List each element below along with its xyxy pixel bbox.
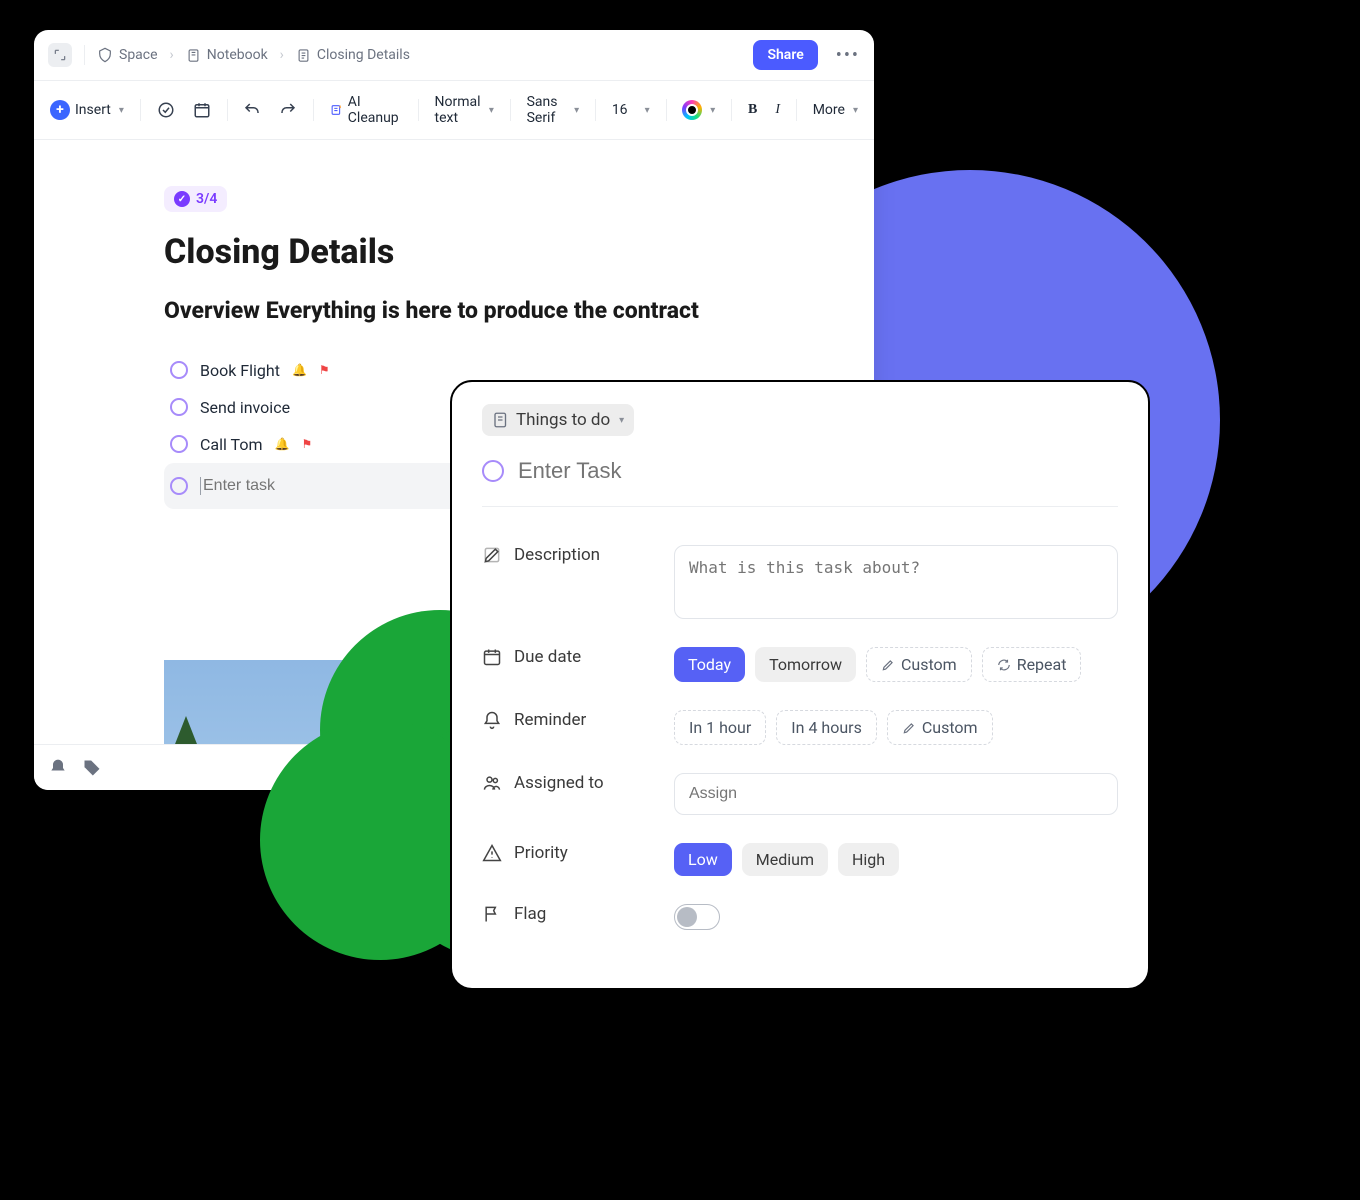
task-fields: Description Due date Today Tomorrow Cust… [482, 531, 1118, 944]
editor-toolbar: + Insert ▾ AI Cleanup Normal text ▾ [34, 81, 874, 140]
progress-text: 3/4 [196, 191, 217, 207]
assign-input[interactable] [674, 773, 1118, 815]
task-icon[interactable] [151, 96, 181, 124]
breadcrumb-notebook[interactable]: Notebook [186, 47, 268, 63]
plus-icon: + [50, 100, 70, 120]
breadcrumb-page-label: Closing Details [317, 47, 410, 63]
page-subtitle[interactable]: Overview Everything is here to produce t… [164, 296, 724, 326]
priority-medium-button[interactable]: Medium [742, 843, 828, 876]
priority-label: Priority [482, 843, 652, 863]
description-input[interactable] [674, 545, 1118, 619]
bell-icon: 🔔 [274, 437, 289, 451]
divider [731, 99, 732, 121]
italic-button[interactable]: I [769, 97, 786, 123]
due-repeat-button[interactable]: Repeat [982, 647, 1082, 682]
flag-icon: ⚑ [319, 363, 330, 377]
color-picker[interactable]: ▾ [676, 95, 721, 125]
reminder-custom-button[interactable]: Custom [887, 710, 993, 745]
divider [595, 99, 596, 121]
tag-add-icon[interactable] [82, 758, 102, 778]
flag-toggle[interactable] [674, 904, 720, 930]
font-label: Sans Serif [527, 94, 567, 126]
task-label: Call Tom [200, 435, 262, 454]
due-date-label: Due date [482, 647, 652, 667]
reminder-1h-button[interactable]: In 1 hour [674, 710, 766, 745]
divider [84, 45, 85, 65]
breadcrumb-page[interactable]: Closing Details [296, 47, 410, 63]
task-checkbox[interactable] [170, 477, 188, 495]
assigned-label: Assigned to [482, 773, 652, 793]
insert-label: Insert [75, 102, 111, 118]
divider [666, 99, 667, 121]
ai-cleanup-button[interactable]: AI Cleanup [324, 89, 408, 131]
chevron-down-icon: ▾ [645, 105, 650, 116]
priority-high-button[interactable]: High [838, 843, 899, 876]
calendar-icon[interactable] [187, 96, 217, 124]
topbar: Space › Notebook › Closing Details Share… [34, 30, 874, 81]
flag-label: Flag [482, 904, 652, 924]
chevron-right-icon: › [280, 47, 284, 63]
check-icon: ✓ [174, 191, 190, 207]
undo-button[interactable] [237, 96, 267, 124]
divider [510, 99, 511, 121]
share-button[interactable]: Share [753, 40, 817, 70]
task-detail-panel: Things to do ▾ Description Due date Toda… [450, 380, 1150, 990]
task-label: Book Flight [200, 361, 280, 380]
task-checkbox[interactable] [170, 361, 188, 379]
redo-button[interactable] [273, 96, 303, 124]
breadcrumb-space[interactable]: Space [97, 47, 158, 63]
task-checkbox[interactable] [482, 460, 504, 482]
divider [796, 99, 797, 121]
task-title-input[interactable] [518, 458, 806, 484]
text-style-label: Normal text [435, 94, 481, 126]
description-label: Description [482, 545, 652, 565]
expand-icon[interactable] [48, 43, 72, 67]
due-tomorrow-button[interactable]: Tomorrow [755, 647, 856, 682]
notifications-icon[interactable] [48, 758, 68, 778]
divider [418, 99, 419, 121]
divider [140, 99, 141, 121]
due-custom-button[interactable]: Custom [866, 647, 972, 682]
task-checkbox[interactable] [170, 398, 188, 416]
chevron-down-icon: ▾ [119, 105, 124, 116]
insert-button[interactable]: + Insert ▾ [44, 95, 130, 125]
task-list-name: Things to do [516, 410, 610, 430]
reminder-4h-button[interactable]: In 4 hours [776, 710, 877, 745]
task-list-select[interactable]: Things to do ▾ [482, 404, 634, 436]
divider [227, 99, 228, 121]
page-title[interactable]: Closing Details [164, 232, 744, 272]
chevron-down-icon: ▾ [619, 415, 624, 426]
chevron-down-icon: ▾ [489, 105, 494, 116]
panel-task-title-row [482, 458, 1118, 507]
font-size-label: 16 [612, 102, 628, 118]
text-style-select[interactable]: Normal text ▾ [429, 89, 500, 131]
divider [313, 99, 314, 121]
bold-button[interactable]: B [742, 97, 763, 123]
more-label: More [813, 102, 845, 118]
chevron-right-icon: › [170, 47, 174, 63]
chevron-down-icon: ▾ [710, 105, 715, 116]
progress-badge[interactable]: ✓ 3/4 [164, 186, 227, 212]
chevron-down-icon: ▾ [574, 105, 579, 116]
task-checkbox[interactable] [170, 435, 188, 453]
task-label: Send invoice [200, 398, 290, 417]
more-menu-icon[interactable]: ••• [836, 45, 860, 66]
priority-low-button[interactable]: Low [674, 843, 732, 876]
font-size-select[interactable]: 16 ▾ [606, 97, 656, 123]
reminder-label: Reminder [482, 710, 652, 730]
flag-icon: ⚑ [301, 437, 312, 451]
bell-icon: 🔔 [292, 363, 307, 377]
breadcrumb-space-label: Space [119, 47, 158, 63]
font-select[interactable]: Sans Serif ▾ [521, 89, 586, 131]
chevron-down-icon: ▾ [853, 105, 858, 116]
toolbar-more[interactable]: More ▾ [807, 97, 864, 123]
due-today-button[interactable]: Today [674, 647, 745, 682]
breadcrumb-notebook-label: Notebook [207, 47, 268, 63]
ai-cleanup-label: AI Cleanup [348, 94, 402, 126]
